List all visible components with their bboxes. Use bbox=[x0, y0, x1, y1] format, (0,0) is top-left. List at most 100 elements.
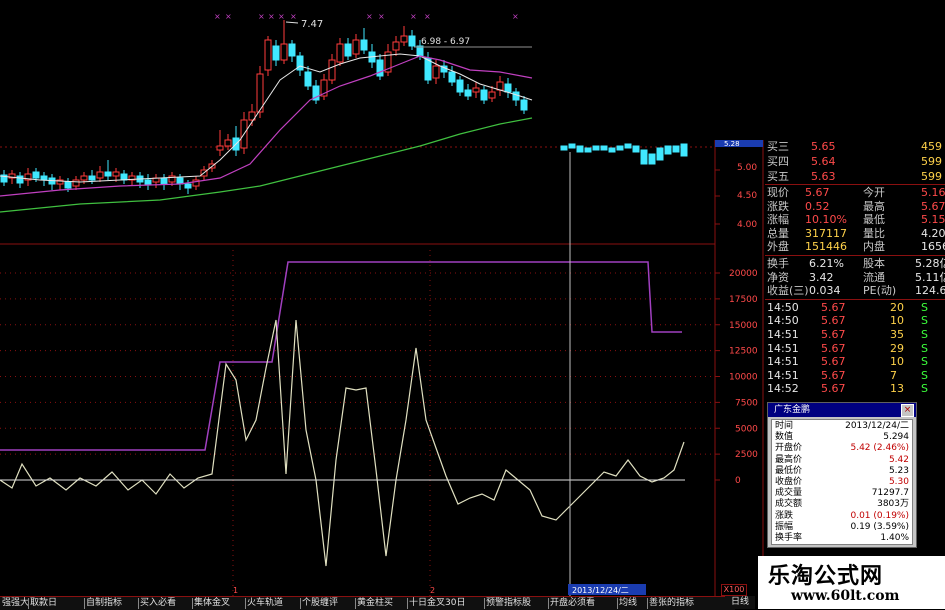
popup-row-key: 换手率 bbox=[775, 533, 803, 543]
candle-body bbox=[608, 147, 616, 153]
popup-row: 涨跌 0.01 (0.19%) bbox=[772, 511, 912, 522]
bid-price: 5.63 bbox=[811, 170, 836, 183]
indicator-axis-label: 5000 bbox=[735, 424, 758, 434]
popup-row-value: 0.19 (3.59%) bbox=[850, 521, 909, 532]
stat-value: 0.52 bbox=[805, 199, 830, 213]
candle-body bbox=[72, 179, 80, 187]
quote-row: 14:51 5.67 35 S bbox=[765, 328, 945, 341]
tick-time: 14:51 bbox=[767, 355, 799, 369]
fund-value: 3.42 bbox=[809, 270, 834, 284]
candle-body bbox=[520, 99, 528, 111]
candle-body bbox=[392, 41, 400, 51]
close-icon[interactable]: × bbox=[901, 404, 914, 417]
tick-price: 5.67 bbox=[821, 341, 846, 355]
fund-label: 股本 bbox=[863, 257, 885, 270]
quote-row: 总量 317117 量比 4.20 bbox=[765, 227, 945, 240]
stat-value: 165671 bbox=[921, 240, 945, 254]
bid-volume: 599 bbox=[921, 170, 942, 183]
indicator-tab[interactable]: 买入必看 bbox=[140, 598, 176, 609]
popup-row-key: 开盘价 bbox=[775, 443, 803, 454]
quote-row: 14:50 5.67 10 S bbox=[765, 314, 945, 327]
popup-body: 时间 2013/12/24/二 数值 5.294 开盘价 5.42 (2.46%) 最高价 5… bbox=[771, 419, 913, 545]
oscillator-line bbox=[0, 319, 685, 567]
popup-row-key: 最高价 bbox=[775, 454, 803, 465]
fund-label: 收益(三) bbox=[767, 284, 809, 298]
candle-body bbox=[512, 91, 520, 101]
candle-body bbox=[32, 171, 40, 179]
fund-label: 净资 bbox=[767, 270, 789, 284]
candle-body bbox=[184, 183, 192, 189]
quote-panel: 买三 5.65 459 买四 5.64 599 买五 5.63 599 现价 5.67 今开 5.16 涨… bbox=[765, 138, 945, 400]
indicator-tab[interactable]: 取款日 bbox=[30, 598, 57, 609]
indicator-axis-label: 15000 bbox=[729, 321, 758, 331]
candle-body bbox=[64, 181, 72, 189]
indicator-tab[interactable]: 黄金柱买 bbox=[357, 598, 393, 609]
watermark: 乐淘公式网 www.60lt.com bbox=[758, 556, 945, 609]
candle-body bbox=[408, 35, 416, 47]
stat-value: 4.20 bbox=[921, 226, 945, 240]
tick-volume: 10 bbox=[890, 355, 904, 369]
candle-body bbox=[568, 143, 576, 149]
indicator-tab[interactable]: 自制指标 bbox=[86, 598, 122, 609]
quote-row: 买三 5.65 459 bbox=[765, 140, 945, 153]
candle-body bbox=[576, 145, 584, 153]
indicator-tab[interactable]: 强强大 bbox=[2, 598, 29, 609]
stat-value: 5.67 bbox=[805, 186, 830, 199]
candle-body bbox=[80, 175, 88, 181]
tab-separator bbox=[245, 598, 246, 609]
candle-body bbox=[496, 81, 504, 91]
popup-row: 数值 5.294 bbox=[772, 432, 912, 443]
period-daily-button[interactable]: 日线 bbox=[725, 596, 755, 609]
tick-side: S bbox=[921, 355, 928, 369]
popup-row-value: 71297.7 bbox=[871, 488, 909, 499]
popup-row: 换手率 1.40% bbox=[772, 533, 912, 544]
indicator-tab[interactable]: 善张的指标 bbox=[649, 598, 694, 609]
tick-price: 5.67 bbox=[821, 382, 846, 396]
tab-separator bbox=[407, 598, 408, 609]
divider bbox=[765, 298, 945, 300]
popup-row-key: 振幅 bbox=[775, 521, 794, 532]
popup-titlebar[interactable]: 广东金鹏 × bbox=[768, 403, 916, 417]
popup-row-value: 5.23 bbox=[888, 465, 909, 476]
tick-volume: 13 bbox=[890, 382, 904, 396]
indicator-axis-label: 0 bbox=[735, 476, 741, 486]
bid-volume: 459 bbox=[921, 140, 942, 153]
annotation-high: 7.47 bbox=[301, 19, 323, 30]
tick-volume: 20 bbox=[890, 300, 904, 314]
candle-body bbox=[448, 71, 456, 83]
quote-row: 净资 3.42 流通 5.11亿 bbox=[765, 271, 945, 284]
stat-label: 涨幅 bbox=[767, 213, 789, 227]
popup-row-key: 数值 bbox=[775, 432, 794, 443]
indicator-tab[interactable]: 火车轨道 bbox=[247, 598, 283, 609]
bid-label: 买三 bbox=[767, 140, 789, 153]
popup-row-key: 时间 bbox=[775, 421, 794, 431]
tick-price: 5.67 bbox=[821, 314, 846, 328]
stat-label: 量比 bbox=[863, 226, 885, 240]
quote-row: 外盘 151446 内盘 165671 bbox=[765, 240, 945, 253]
indicator-tab[interactable]: 十日金叉30日 bbox=[409, 598, 465, 609]
indicator-axis-label: 20000 bbox=[729, 269, 758, 279]
quote-row: 现价 5.67 今开 5.16 bbox=[765, 186, 945, 199]
candle-body bbox=[600, 145, 608, 151]
stat-value: 5.16 bbox=[921, 186, 945, 199]
candle-body bbox=[360, 39, 368, 51]
scale-label: X100 bbox=[721, 584, 747, 596]
popup-row-key: 最低价 bbox=[775, 465, 803, 476]
popup-row: 最高价 5.42 bbox=[772, 455, 912, 466]
fund-value: 124.6 bbox=[915, 284, 945, 298]
tab-separator bbox=[548, 598, 549, 609]
indicator-tab[interactable]: 个股缠评 bbox=[302, 598, 338, 609]
indicator-tab[interactable]: 开盘必须看 bbox=[550, 598, 595, 609]
indicator-tab[interactable]: 集体金叉 bbox=[194, 598, 230, 609]
candle-body bbox=[464, 89, 472, 97]
popup-row: 收盘价 5.30 bbox=[772, 477, 912, 488]
x-marker: 2 bbox=[430, 586, 435, 595]
candle-panel[interactable]: × × × × × × × × × × × 7.47 6.98 - 6.97 5.00 4.50 4… bbox=[0, 0, 764, 596]
candle-body bbox=[560, 145, 568, 151]
data-popup[interactable]: 广东金鹏 × 时间 2013/12/24/二 数值 5.294 开盘价 5.42 (2.4… bbox=[767, 402, 917, 548]
tick-price: 5.67 bbox=[821, 300, 846, 314]
indicator-tab[interactable]: 均线 bbox=[619, 598, 637, 609]
indicator-tab[interactable]: 预警指标股 bbox=[486, 598, 531, 609]
candle-body bbox=[160, 177, 168, 185]
candle-body bbox=[96, 171, 104, 179]
